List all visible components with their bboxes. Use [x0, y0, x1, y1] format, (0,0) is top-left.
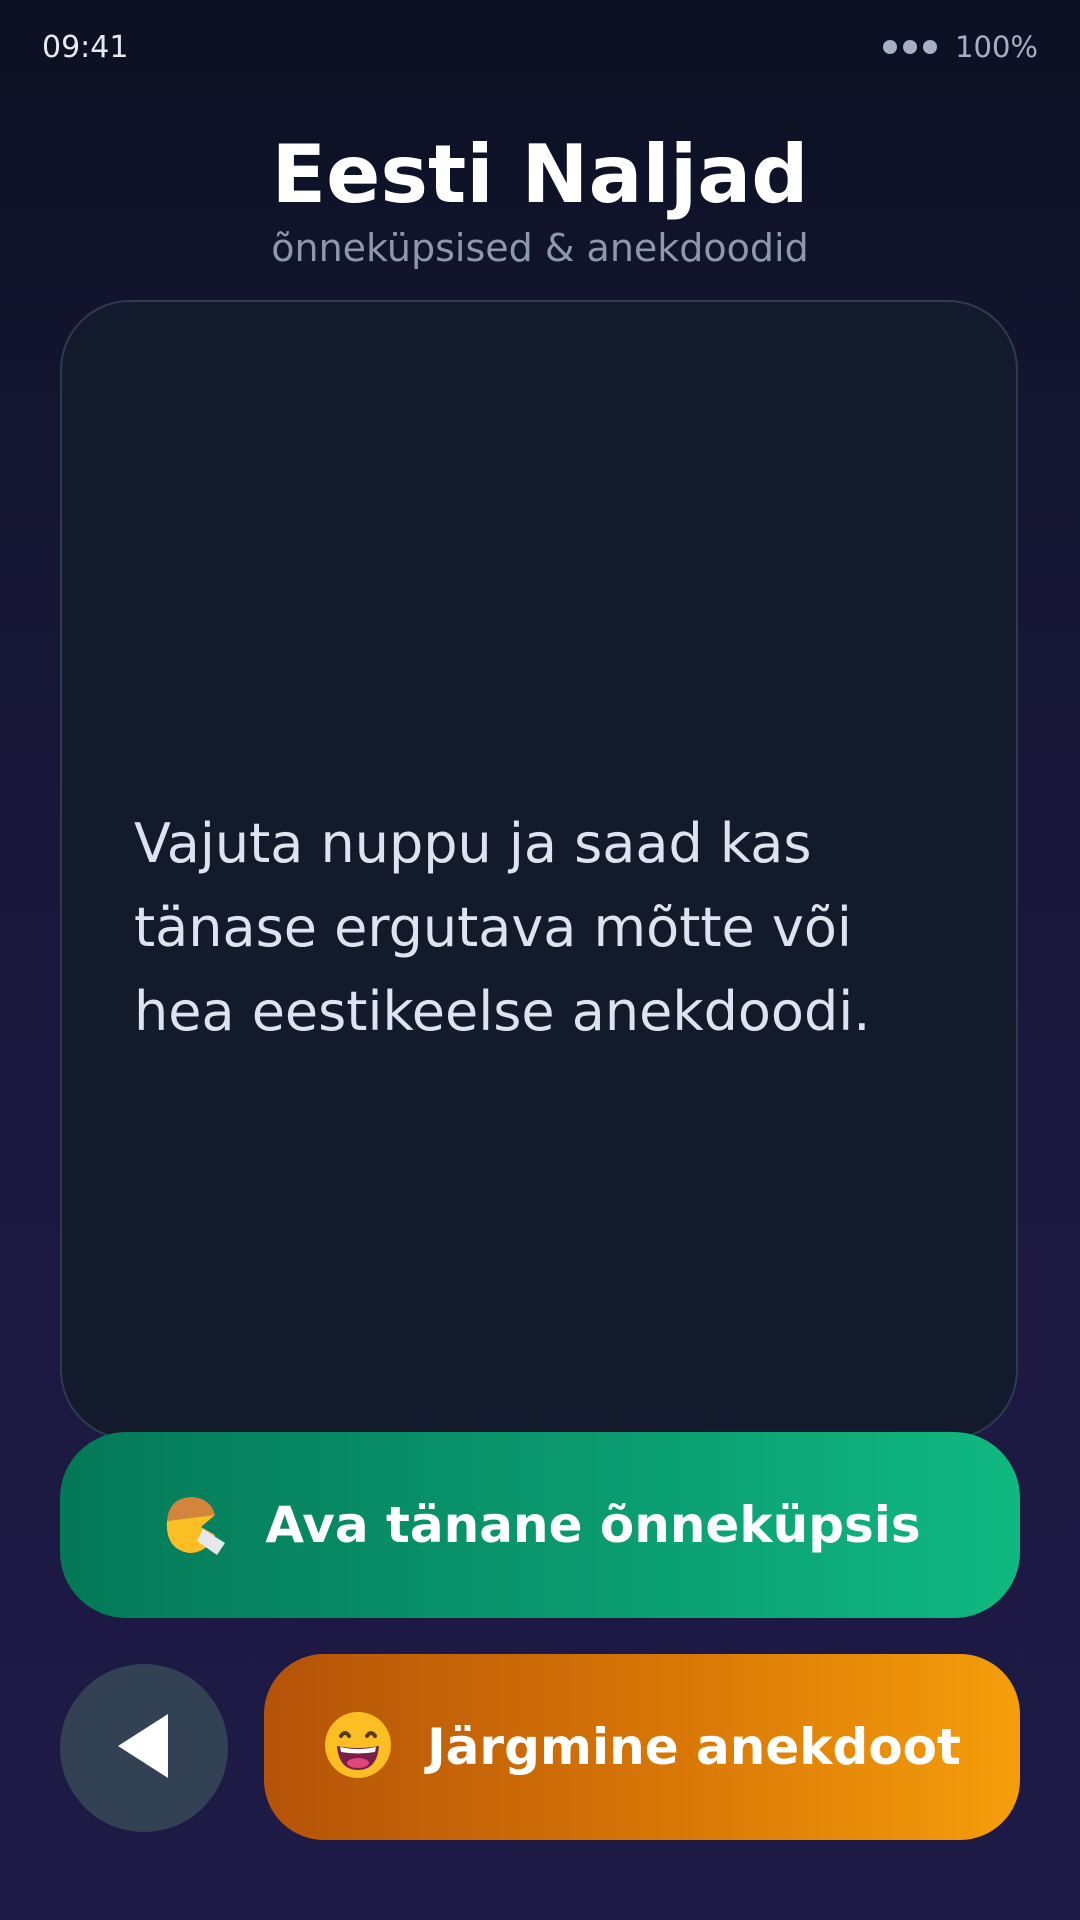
fortune-cookie-icon [159, 1491, 227, 1559]
status-right: 100% [883, 30, 1038, 64]
signal-dots-icon [883, 40, 938, 54]
card-message: Vajuta nuppu ja saad kas tänase ergutava… [134, 812, 871, 1043]
status-time: 09:41 [42, 30, 129, 65]
battery-level: 100% [955, 30, 1038, 64]
app-title: Eesti Naljad [271, 128, 809, 221]
grinning-face-icon [323, 1710, 393, 1784]
content-card: Vajuta nuppu ja saad kas tänase ergutava… [60, 300, 1018, 1440]
back-arrow-icon [114, 1710, 174, 1786]
app-subtitle: õnneküpsised & anekdoodid [271, 226, 809, 270]
next-joke-label: Järgmine anekdoot [427, 1718, 961, 1776]
open-fortune-cookie-button[interactable]: Ava tänane õnneküpsis [60, 1432, 1020, 1618]
open-fortune-cookie-label: Ava tänane õnneküpsis [265, 1496, 921, 1554]
next-joke-button[interactable]: Järgmine anekdoot [264, 1654, 1020, 1840]
status-bar: 09:41 100% [0, 0, 1080, 100]
back-button[interactable] [60, 1664, 228, 1832]
